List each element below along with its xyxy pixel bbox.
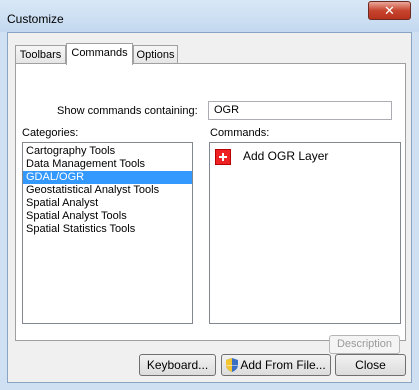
list-item-geostatistical-analyst-tools[interactable]: Geostatistical Analyst Tools — [23, 184, 192, 197]
search-label: Show commands containing: — [57, 105, 198, 117]
commands-label: Commands: — [210, 127, 270, 139]
categories-list[interactable]: Cartography Tools Data Management Tools … — [22, 142, 193, 324]
tab-options[interactable]: Options — [133, 45, 178, 65]
add-from-file-button-label: Add From File... — [240, 358, 326, 372]
description-button-label: Description — [336, 338, 393, 350]
list-item-spatial-statistics-tools[interactable]: Spatial Statistics Tools — [23, 223, 192, 236]
categories-label: Categories: — [22, 127, 79, 139]
tab-options-label: Options — [136, 49, 175, 61]
close-button[interactable]: Close — [335, 354, 406, 376]
title-bar[interactable]: Customize ✕ — [0, 0, 419, 32]
window-close-button[interactable]: ✕ — [368, 1, 411, 20]
window-title: Customize — [7, 12, 64, 26]
commands-tab-panel: Show commands containing: OGR Categories… — [15, 63, 406, 354]
close-button-label: Close — [355, 358, 386, 372]
list-item-gdal-ogr[interactable]: GDAL/OGR — [23, 171, 192, 184]
search-input[interactable]: OGR — [208, 101, 392, 120]
keyboard-button-label: Keyboard... — [146, 358, 209, 372]
list-item-data-management-tools[interactable]: Data Management Tools — [23, 158, 192, 171]
commands-list[interactable]: Add OGR Layer — [209, 142, 401, 324]
close-icon: ✕ — [384, 3, 395, 18]
search-input-value: OGR — [214, 104, 240, 116]
tab-toolbars-label: Toolbars — [19, 49, 62, 61]
tab-commands-label: Commands — [71, 47, 128, 59]
add-from-file-button[interactable]: Add From File... — [221, 354, 331, 376]
command-item-add-ogr-layer[interactable]: Add OGR Layer — [215, 148, 395, 168]
description-button[interactable]: Description — [329, 335, 400, 354]
dialog-body: Toolbars Commands Options Show commands … — [7, 32, 412, 383]
command-item-label: Add OGR Layer — [243, 149, 329, 163]
tab-toolbars[interactable]: Toolbars — [15, 45, 66, 65]
uac-shield-icon — [226, 358, 239, 372]
list-item-cartography-tools[interactable]: Cartography Tools — [23, 145, 192, 158]
tab-commands[interactable]: Commands — [66, 43, 133, 65]
list-item-spatial-analyst[interactable]: Spatial Analyst — [23, 197, 192, 210]
add-layer-icon — [215, 149, 231, 165]
list-item-spatial-analyst-tools[interactable]: Spatial Analyst Tools — [23, 210, 192, 223]
keyboard-button[interactable]: Keyboard... — [139, 354, 216, 376]
